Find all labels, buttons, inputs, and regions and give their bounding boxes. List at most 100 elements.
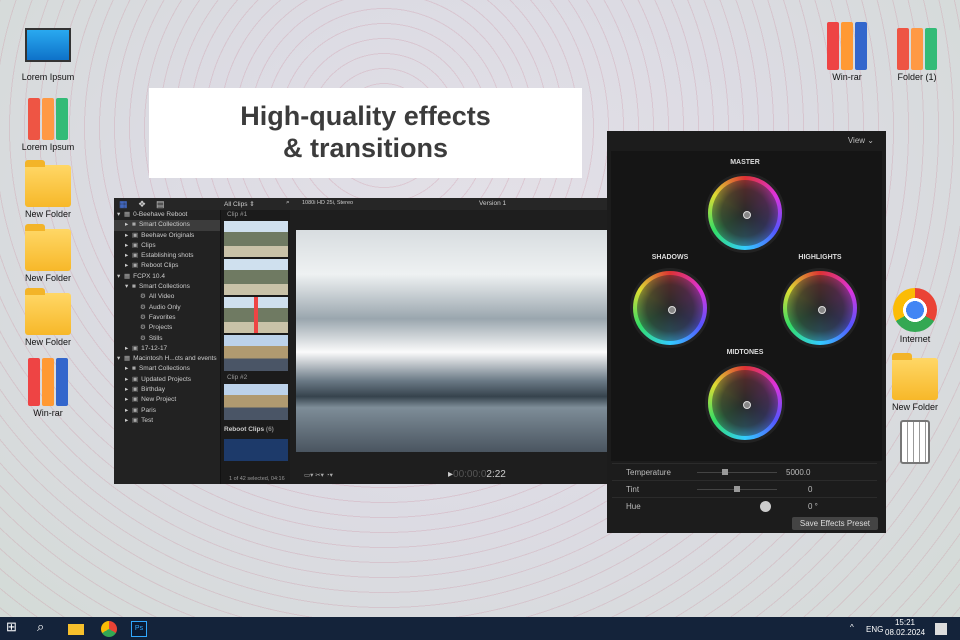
library-item[interactable]: ▸ ■ Smart Collections [114, 220, 220, 231]
color-wheels-panel: View ⌄ MASTER SHADOWS HIGHLIGHTS MIDTONE… [607, 131, 886, 533]
master-label: MASTER [730, 159, 760, 166]
file-explorer-icon[interactable] [68, 624, 84, 635]
icon-label: New Folder [891, 402, 938, 412]
clip-thumbnail[interactable] [224, 335, 288, 371]
viewer-controls[interactable]: ▭▾ ✂▾ ◔▾ [304, 471, 333, 479]
library-item[interactable]: ▸ ▣ Beehave Originals [114, 231, 220, 241]
folder-icon [25, 160, 71, 207]
desktop-icon-folder[interactable]: New Folder [13, 288, 83, 347]
library-item[interactable]: ⚙ All Video [114, 292, 220, 302]
desktop-icon-folder[interactable]: New Folder [880, 353, 950, 412]
version-label: Version 1 [479, 200, 507, 207]
library-item[interactable]: ▾ ▦ Macintosh H...cts and events [114, 354, 220, 364]
hue-row: Hue 0 ° [612, 497, 877, 514]
library-item[interactable]: ▸ ▣ Updated Projects [114, 375, 220, 385]
icon-label: Win-rar [832, 72, 862, 82]
view-dropdown[interactable]: View ⌄ [848, 136, 874, 145]
reboot-count: (6) [265, 426, 274, 433]
library-item[interactable]: ▾ ▦ 0-Beehave Reboot [114, 210, 220, 220]
notifications-icon[interactable] [935, 623, 947, 635]
windows-start-icon[interactable]: ⊞ [6, 619, 22, 635]
fcp-window: ▦ ❖ ▤ All Clips ⇕ ⌕ 1080i HD 25i, Stereo… [114, 198, 610, 484]
clip-browser: Clip #1 Clip #2 Reboot Clips (6) 1 of 42… [220, 210, 290, 484]
clip-thumbnail[interactable] [224, 439, 288, 461]
library-item[interactable]: ▸ ▣ Paris [114, 406, 220, 416]
library-item[interactable]: ⚙ Stills [114, 334, 220, 344]
tray-chevron-icon[interactable]: ^ [850, 623, 854, 632]
clip-thumbnail[interactable] [224, 384, 288, 420]
icon-label: Lorem Ipsum [21, 72, 75, 82]
trash-icon [900, 420, 930, 464]
folder-icon [892, 353, 938, 400]
photoshop-icon[interactable]: Ps [131, 621, 147, 637]
taskbar: ⊞ ⌕ Ps ^ ENG 15:21 08.02.2024 [0, 617, 960, 640]
library-item[interactable]: ▸ ▣ New Project [114, 395, 220, 405]
save-effects-preset-button[interactable]: Save Effects Preset [791, 517, 878, 530]
desktop-icon-computer[interactable]: Lorem Ipsum [13, 28, 83, 82]
library-item[interactable]: ⚙ Audio Only [114, 303, 220, 313]
desktop-icon-binders[interactable]: Folder (1) [882, 28, 952, 82]
highlights-label: HIGHLIGHTS [798, 254, 842, 261]
library-item[interactable]: ⚙ Projects [114, 323, 220, 333]
format-label: 1080i HD 25i, Stereo [302, 200, 354, 206]
winrar-icon [25, 358, 71, 406]
titles-icon[interactable]: ▤ [156, 199, 165, 210]
tint-slider[interactable] [697, 486, 777, 492]
computer-icon [25, 28, 71, 62]
library-item[interactable]: ▸ ▣ Establishing shots [114, 251, 220, 261]
banner-line2: & transitions [282, 133, 449, 163]
hue-value[interactable]: 0 ° [808, 498, 818, 515]
icon-label: New Folder [24, 209, 71, 219]
promo-banner: High-quality effects & transitions [149, 88, 582, 178]
language-indicator[interactable]: ENG [866, 625, 883, 634]
chrome-icon [893, 288, 937, 332]
library-item[interactable]: ⚙ Favorites [114, 313, 220, 323]
clip-label: Clip #1 [227, 211, 248, 218]
library-item[interactable]: ▸ ▣ Test [114, 416, 220, 426]
library-item[interactable]: ▾ ■ Smart Collections [114, 282, 220, 292]
tint-value[interactable]: 0 [808, 481, 812, 498]
desktop-icon-folder[interactable]: New Folder [13, 160, 83, 219]
shadows-wheel[interactable] [630, 268, 710, 348]
hue-knob[interactable] [760, 501, 771, 512]
temperature-value[interactable]: 5000.0 [786, 464, 810, 481]
temperature-slider[interactable] [697, 469, 777, 475]
desktop-icon-folder[interactable]: New Folder [13, 224, 83, 283]
clip-thumbnail[interactable] [224, 259, 288, 295]
clock[interactable]: 15:21 08.02.2024 [885, 618, 925, 638]
clip-thumbnail[interactable] [224, 221, 288, 257]
highlights-wheel[interactable] [780, 268, 860, 348]
video-viewer[interactable] [296, 230, 610, 452]
selection-status: 1 of 42 selected, 04:16 [229, 476, 285, 482]
timecode: ▸00:00:02:22 [448, 469, 506, 480]
desktop-icon-recycle-bin[interactable] [880, 420, 950, 466]
desktop-icon-winrar[interactable]: Win-rar [13, 358, 83, 418]
binders-icon [894, 28, 940, 70]
reboot-clips-header[interactable]: Reboot Clips [224, 426, 264, 433]
desktop-icon-winrar[interactable]: Win-rar [812, 22, 882, 82]
library-item[interactable]: ▾ ▦ FCPX 10.4 [114, 272, 220, 282]
clip-thumbnail[interactable] [224, 297, 288, 333]
folder-icon [25, 224, 71, 271]
library-item[interactable]: ▸ ▣ Reboot Clips [114, 261, 220, 271]
chrome-icon[interactable] [101, 621, 117, 637]
photos-icon[interactable]: ❖ [138, 199, 146, 210]
search-icon[interactable]: ⌕ [286, 199, 290, 207]
desktop-icon-binders[interactable]: Lorem Ipsum [13, 98, 83, 152]
tint-row: Tint 0 [612, 480, 877, 497]
all-clips-dropdown[interactable]: All Clips ⇕ [224, 200, 255, 208]
fcp-toolbar: ▦ ❖ ▤ All Clips ⇕ ⌕ 1080i HD 25i, Stereo… [114, 198, 610, 210]
library-item[interactable]: ▸ ■ Smart Collections [114, 364, 220, 374]
search-icon[interactable]: ⌕ [37, 619, 53, 635]
desktop-icon-chrome[interactable]: Internet [880, 288, 950, 344]
midtones-wheel[interactable] [705, 363, 785, 443]
library-item[interactable]: ▸ ▣ 17-12-17 [114, 344, 220, 354]
library-item[interactable]: ▸ ▣ Birthday [114, 385, 220, 395]
library-item[interactable]: ▸ ▣ Clips [114, 241, 220, 251]
clip-label: Clip #2 [227, 374, 248, 381]
banner-line1: High-quality effects [240, 101, 491, 131]
master-wheel[interactable] [705, 173, 785, 253]
icon-label: New Folder [24, 273, 71, 283]
icon-label: Folder (1) [897, 72, 937, 82]
libraries-icon[interactable]: ▦ [119, 199, 128, 210]
